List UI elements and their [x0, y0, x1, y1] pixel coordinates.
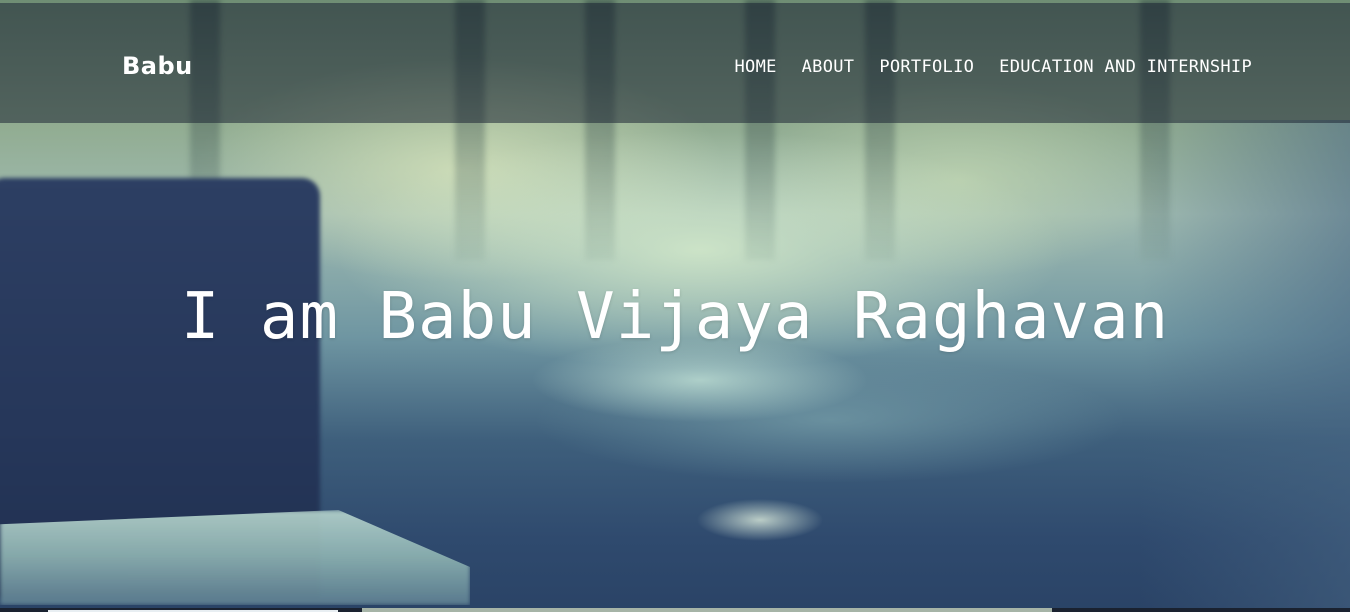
top-navbar: Babu HOME ABOUT PORTFOLIO EDUCATION AND …	[0, 3, 1350, 123]
nav-menu: HOME ABOUT PORTFOLIO EDUCATION AND INTER…	[735, 57, 1253, 77]
page-bottom-highlight	[362, 608, 1052, 612]
nav-link-about[interactable]: ABOUT	[802, 57, 855, 77]
hero-headline: I am Babu Vijaya Raghavan	[180, 280, 1170, 354]
background-shade	[1140, 120, 1350, 612]
nav-link-portfolio[interactable]: PORTFOLIO	[879, 57, 974, 77]
nav-item-about: ABOUT	[802, 57, 855, 77]
page: Babu HOME ABOUT PORTFOLIO EDUCATION AND …	[0, 0, 1352, 612]
nav-item-home: HOME	[735, 57, 777, 77]
nav-item-education: EDUCATION AND INTERNSHIP	[999, 57, 1252, 77]
nav-link-home[interactable]: HOME	[735, 57, 777, 77]
nav-link-education-and-internship[interactable]: EDUCATION AND INTERNSHIP	[999, 57, 1252, 77]
brand-logo-link[interactable]: Babu	[122, 52, 193, 80]
background-laptop-base	[0, 510, 470, 605]
nav-item-portfolio: PORTFOLIO	[879, 57, 974, 77]
